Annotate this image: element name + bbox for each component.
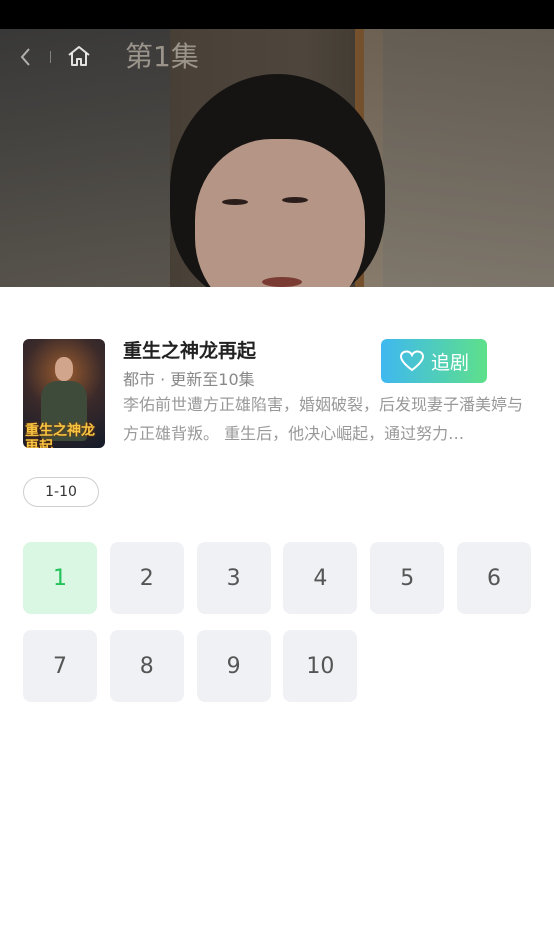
top-nav: 第1集 [0, 29, 554, 85]
follow-label: 追剧 [430, 351, 469, 374]
poster-person-head [55, 357, 73, 381]
episode-button[interactable]: 9 [196, 630, 271, 702]
heart-icon [399, 350, 424, 372]
video-frame-eye [282, 197, 308, 203]
episode-button[interactable]: 1 [23, 542, 97, 614]
episode-button[interactable]: 8 [109, 630, 184, 702]
status-bar [0, 0, 554, 29]
poster-title: 重生之神龙再起 [25, 423, 95, 448]
episode-button[interactable]: 3 [196, 542, 271, 614]
video-frame-eye [222, 199, 248, 205]
drama-poster[interactable]: 重生之神龙再起 [23, 339, 105, 448]
video-frame-mouth [262, 277, 302, 287]
nav-divider [50, 51, 51, 63]
episode-button[interactable]: 6 [457, 542, 531, 614]
chevron-left-icon [20, 48, 30, 66]
follow-button[interactable]: 追剧 [381, 339, 487, 383]
video-frame-person-face [195, 139, 365, 287]
page-title: 第1集 [125, 40, 199, 73]
episode-button[interactable]: 5 [370, 542, 445, 614]
drama-meta: 都市 · 更新至10集 [123, 370, 255, 389]
back-button[interactable] [14, 45, 38, 69]
episode-button[interactable]: 10 [283, 630, 358, 702]
drama-description: 李佑前世遭方正雄陷害，婚姻破裂，后发现妻子潘美婷与方正雄背叛。 重生后，他决心崛… [123, 395, 523, 443]
episode-button[interactable]: 7 [23, 630, 97, 702]
home-icon [68, 46, 90, 66]
episode-sheet: 重生之神龙再起 重生之神龙再起 都市 · 更新至10集 李佑前世遭方正雄陷害，婚… [0, 287, 554, 944]
episode-range-tab[interactable]: 1-10 [23, 477, 99, 507]
episode-button[interactable]: 4 [283, 542, 358, 614]
episode-button[interactable]: 2 [109, 542, 184, 614]
drama-title: 重生之神龙再起 [123, 340, 257, 362]
home-button[interactable] [66, 43, 92, 69]
